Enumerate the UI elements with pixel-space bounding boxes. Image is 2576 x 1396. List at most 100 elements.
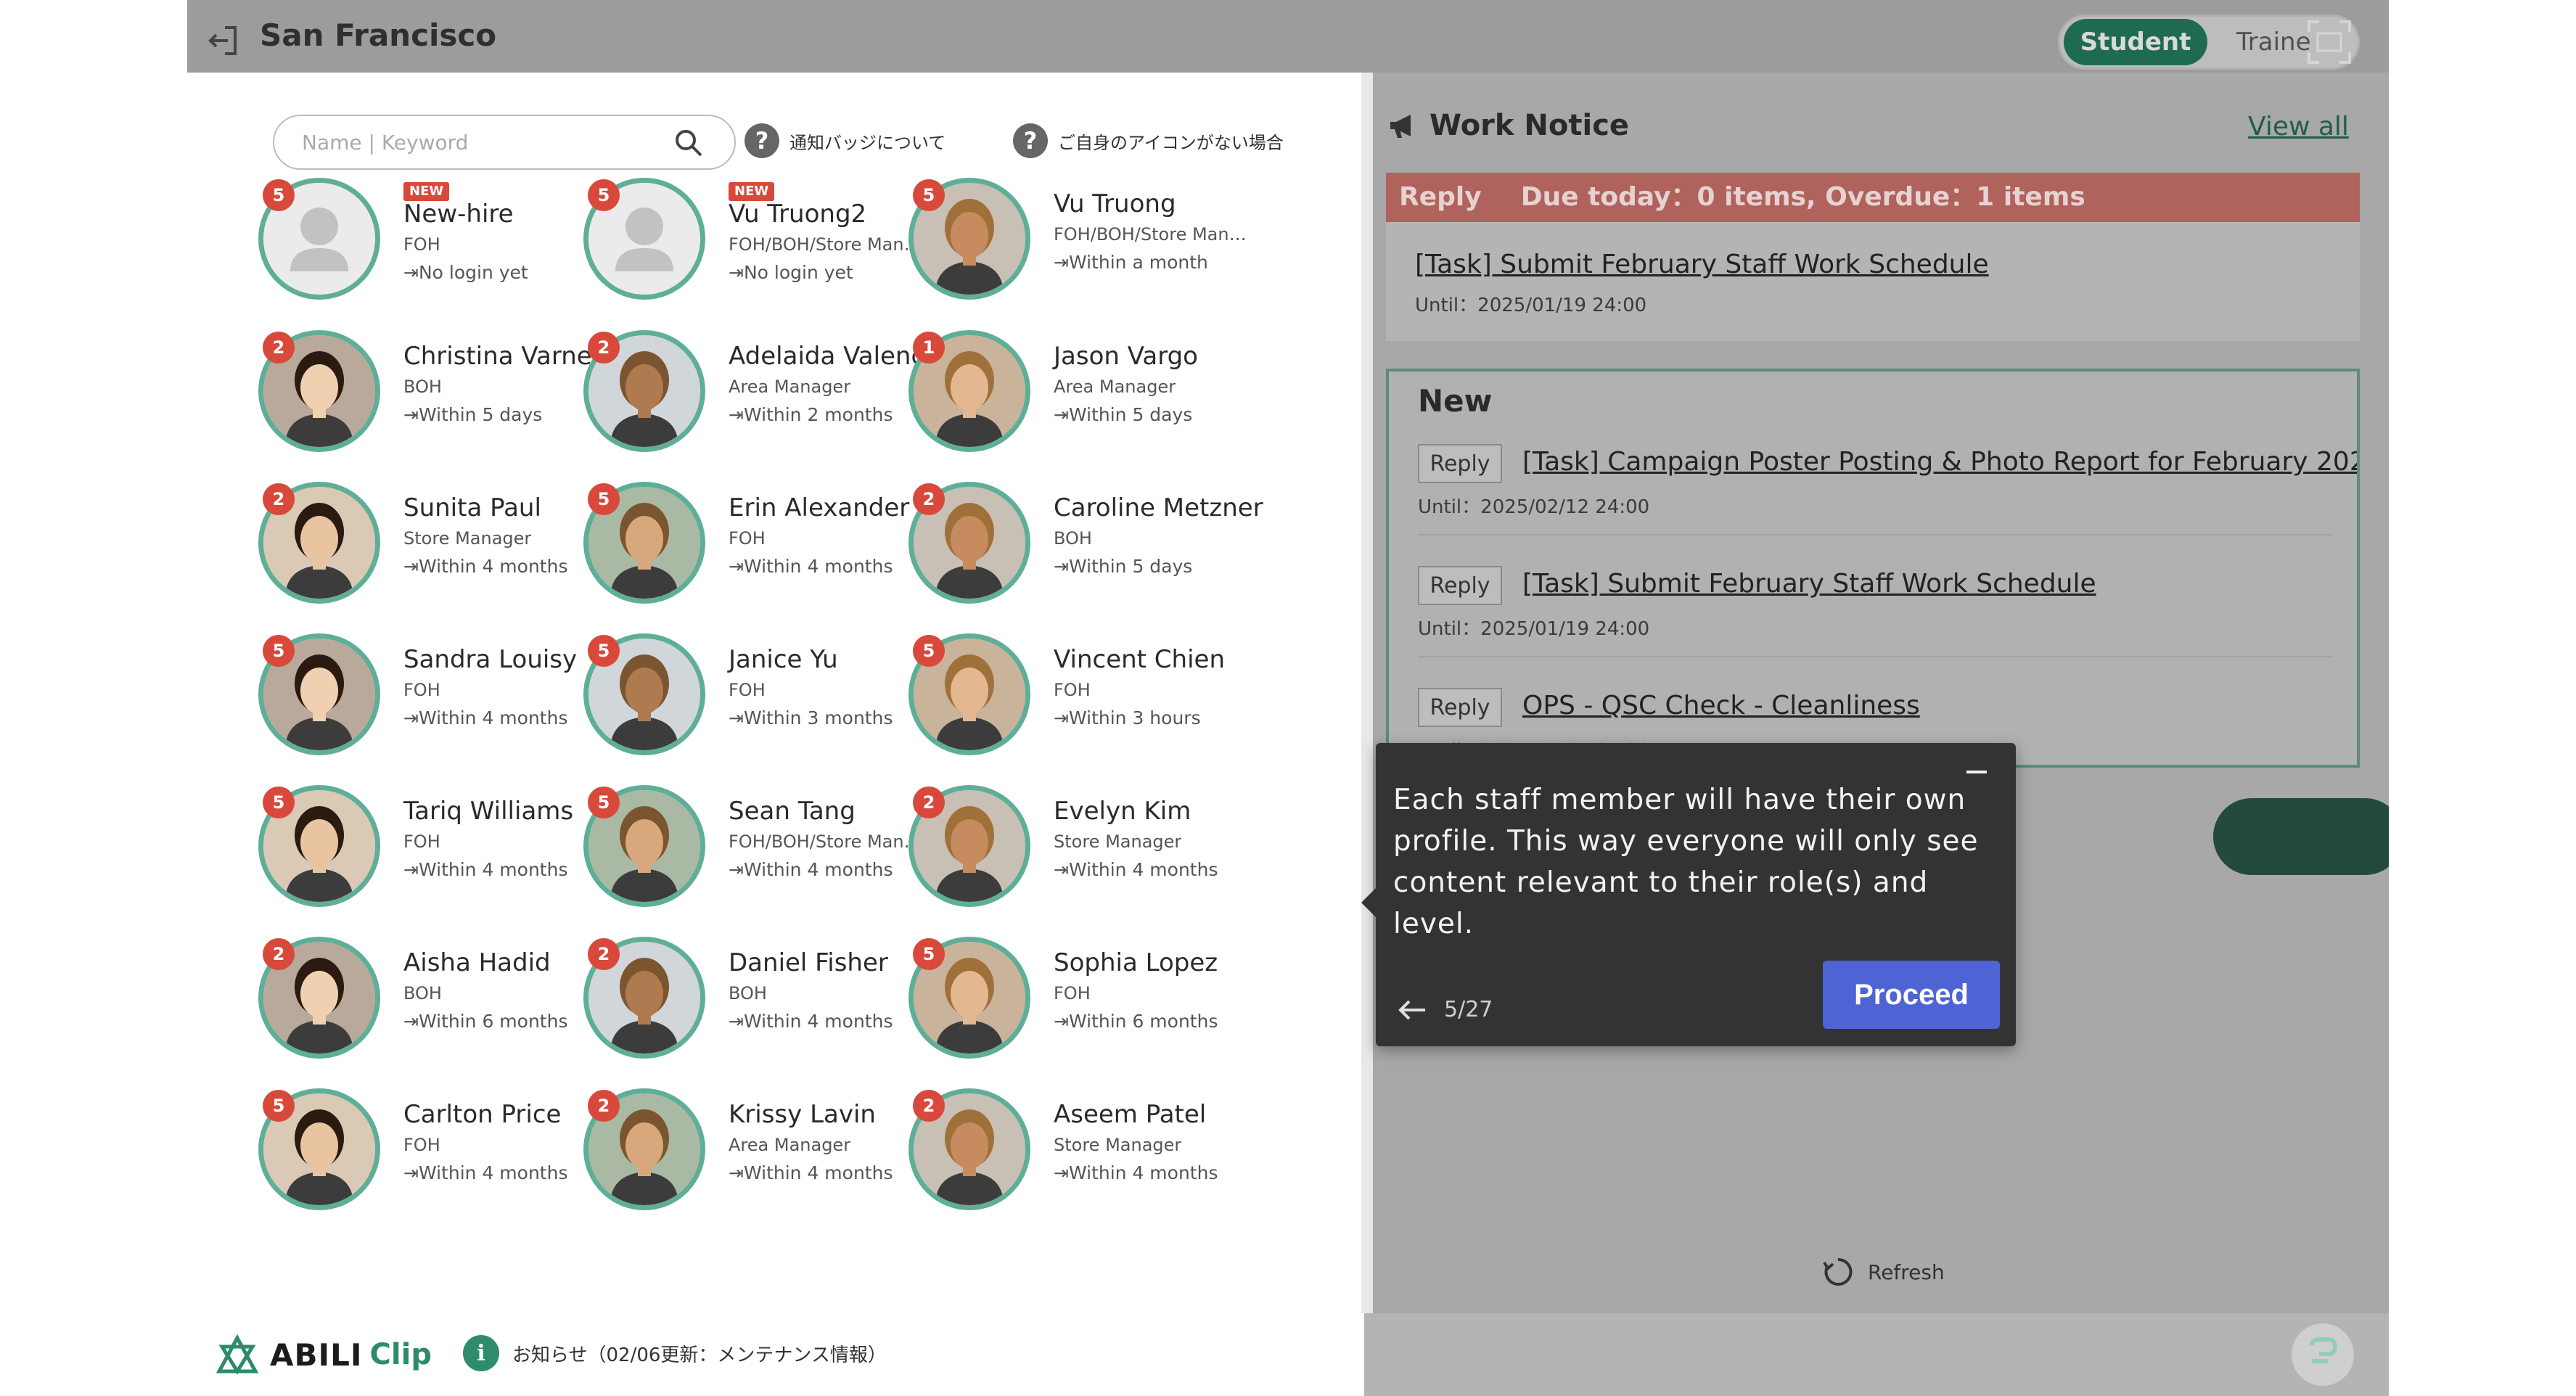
staff-card[interactable]: 5 Erin Alexander FOH ⇥Within 4 months [583,482,946,627]
arrow-left-icon[interactable] [1395,995,1429,1025]
notification-badge: 5 [263,1090,295,1122]
brand-name: ABILI [270,1337,363,1373]
chat-button[interactable] [2292,1323,2354,1386]
staff-card[interactable]: 2 Sunita Paul Store Manager ⇥Within 4 month… [258,482,621,627]
staff-role: Store Manager [403,528,532,549]
notice-item-link[interactable]: OPS - QSC Check - Cleanliness [1522,691,1920,720]
help-badge-link[interactable]: ? 通知バッジについて [745,123,946,158]
notification-badge: 5 [913,179,945,211]
reply-button[interactable]: Reply [1418,688,1502,727]
staff-role: BOH [729,983,767,1003]
staff-last-login: ⇥Within 4 months [403,707,568,728]
staff-last-login: ⇥Within 4 months [403,1162,568,1183]
notice-item-link[interactable]: [Task] Submit February Staff Work Schedu… [1522,569,2096,599]
reply-button[interactable]: Reply [1418,566,1502,605]
search-input[interactable] [300,123,666,161]
search-icon[interactable] [672,126,705,160]
staff-card[interactable]: 2 Caroline Metzner BOH ⇥Within 5 days [908,482,1271,627]
reply-button[interactable]: Reply [1418,444,1502,483]
notification-badge: 1 [913,332,945,364]
staff-card[interactable]: 5 NEW Vu Truong2 FOH/BOH/Store Man… ⇥No logi… [583,178,946,323]
scan-icon[interactable] [2305,17,2354,67]
staff-card[interactable]: 5 Tariq Williams FOH ⇥Within 4 months [258,785,621,930]
staff-name: Vu Truong2 [729,200,867,229]
staff-last-login: ⇥Within 4 months [1054,859,1218,880]
staff-last-login: ⇥Within 4 months [403,859,568,880]
staff-card[interactable]: 5 Vincent Chien FOH ⇥Within 3 hours [908,633,1271,779]
staff-role: FOH/BOH/Store Man… [1054,224,1247,245]
staff-card[interactable]: 5 Sandra Louisy FOH ⇥Within 4 months [258,633,621,779]
mode-student-button[interactable]: Student [2064,19,2207,65]
notice-item-until: Until：2025/02/12 24:00 [1418,496,1650,518]
staff-role: Store Manager [1054,1135,1182,1155]
notice-item-until: Until：2025/01/19 24:00 [1418,618,1650,640]
staff-name: Janice Yu [729,645,838,674]
staff-name: Caroline Metzner [1054,493,1263,522]
due-summary-bar: Reply Due today：0 items, Overdue：1 items [1386,173,2360,222]
staff-card[interactable]: 2 Krissy Lavin Area Manager ⇥Within 4 month… [583,1088,946,1233]
staff-card[interactable]: 2 Adelaida Valencia Area Manager ⇥Within 2 … [583,330,946,475]
work-notice-panel: Work Notice View all Reply Due today：0 it… [1386,73,2389,1313]
staff-card[interactable]: 5 Vu Truong FOH/BOH/Store Man… ⇥Within a mo… [908,178,1271,323]
new-tag: NEW [729,182,775,201]
refresh-button[interactable]: Refresh [1821,1255,1945,1289]
staff-name: Vincent Chien [1054,645,1226,674]
notification-badge: 5 [588,787,620,818]
search-box[interactable] [273,115,736,170]
help-no-icon-link[interactable]: ? ご自身のアイコンがない場合 [1013,123,1284,158]
notification-badge: 5 [913,635,945,667]
staff-card[interactable]: 2 Evelyn Kim Store Manager ⇥Within 4 months [908,785,1271,930]
staff-card[interactable]: 5 Carlton Price FOH ⇥Within 4 months [258,1088,621,1233]
staff-role: BOH [403,983,442,1003]
info-icon: i [463,1335,499,1371]
notice-item-link[interactable]: [Task] Campaign Poster Posting & Photo R… [1522,447,2357,477]
staff-last-login: ⇥No login yet [403,262,528,283]
staff-card[interactable]: 2 Daniel Fisher BOH ⇥Within 4 months [583,937,946,1082]
notification-badge: 2 [263,938,295,970]
staff-name: Erin Alexander [729,493,910,522]
staff-last-login: ⇥Within 6 months [403,1011,568,1032]
staff-card[interactable]: 5 Sean Tang FOH/BOH/Store Man… ⇥Within 4 mo… [583,785,946,930]
mode-trainer-button[interactable]: Traine [2236,28,2311,57]
staff-last-login: ⇥Within 5 days [403,404,543,425]
due-box: Reply Due today：0 items, Overdue：1 items … [1386,173,2360,341]
staff-role: FOH [729,680,766,700]
due-task-link[interactable]: [Task] Submit February Staff Work Schedu… [1415,250,1989,279]
staff-card[interactable]: 2 Aisha Hadid BOH ⇥Within 6 months [258,937,621,1082]
staff-card[interactable]: 5 Janice Yu FOH ⇥Within 3 months [583,633,946,779]
staff-card[interactable]: 2 Christina Varney BOH ⇥Within 5 days [258,330,621,475]
staff-name: Christina Varney [403,342,607,371]
staff-name: Krissy Lavin [729,1100,876,1129]
app-window: San Francisco Student Traine ? 通知バッジについて… [187,0,2389,1396]
staff-last-login: ⇥Within 4 months [729,556,893,577]
staff-name: Tariq Williams [403,797,574,826]
exit-icon[interactable] [203,22,241,59]
staff-card[interactable]: 1 Jason Vargo Area Manager ⇥Within 5 days [908,330,1271,475]
footer-info-link[interactable]: i お知らせ（02/06更新：メンテナンス情報） [463,1335,887,1371]
refresh-label: Refresh [1868,1260,1945,1284]
notification-badge: 5 [588,483,620,515]
action-pill-button[interactable] [2213,798,2389,875]
staff-name: Daniel Fisher [729,948,888,977]
staff-name: Sean Tang [729,797,856,826]
new-heading: New [1418,383,1493,419]
staff-role: FOH/BOH/Store Man… [729,832,922,852]
staff-last-login: ⇥Within 4 months [1054,1162,1218,1183]
footer: ABILI Clip i お知らせ（02/06更新：メンテナンス情報） [187,1313,2389,1396]
divider [1418,656,2332,657]
staff-card[interactable]: 5 Sophia Lopez FOH ⇥Within 6 months [908,937,1271,1082]
staff-card[interactable]: 2 Aseem Patel Store Manager ⇥Within 4 month… [908,1088,1271,1233]
notification-badge: 2 [588,1090,620,1122]
proceed-button[interactable]: Proceed [1823,961,2000,1029]
abili-logo-icon [216,1334,259,1375]
staff-last-login: ⇥No login yet [729,262,853,283]
due-summary: Due today：0 items, Overdue：1 items [1520,182,2085,212]
megaphone-icon [1390,115,1411,138]
staff-last-login: ⇥Within 3 hours [1054,707,1201,728]
notice-item: Reply [Task] Campaign Poster Posting & P… [1418,444,2357,559]
staff-role: FOH [729,528,766,549]
view-all-link[interactable]: View all [2248,112,2349,141]
notification-badge: 2 [588,938,620,970]
staff-card[interactable]: 5 NEW New-hire FOH ⇥No login yet [258,178,621,323]
staff-role: FOH [403,1135,440,1155]
